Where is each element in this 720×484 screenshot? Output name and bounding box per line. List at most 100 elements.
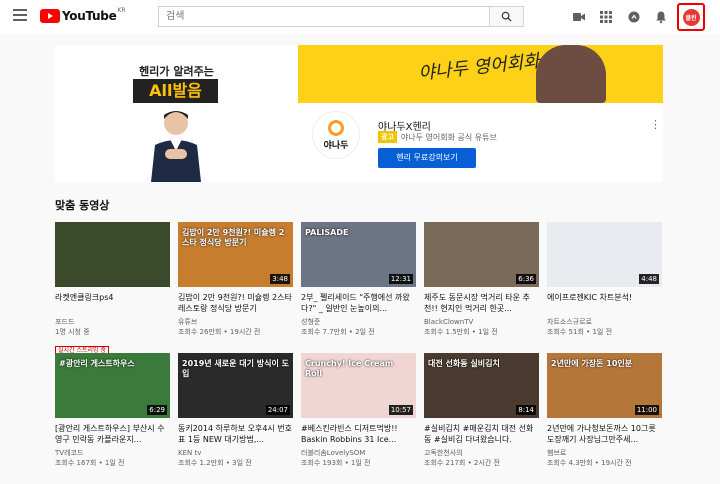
video-thumbnail[interactable]: Crunchy! Ice Cream Roll 10:57 bbox=[301, 353, 416, 418]
messages-icon[interactable] bbox=[627, 10, 641, 24]
channel-art-person bbox=[536, 45, 606, 103]
video-channel[interactable]: 고독한천사의 bbox=[424, 448, 539, 458]
search-bar bbox=[158, 6, 524, 27]
video-card[interactable]: 라켓엔클링크ps4 포드드 1명 시청 중 실시간 스트리밍 중 bbox=[55, 222, 170, 356]
video-card[interactable]: PALISADE 12:31 2부_ 펠리세이드 "주행에선 까왔다?" _ 일… bbox=[301, 222, 416, 353]
video-card[interactable]: 대전 선화동 실비김치 8:14 #실비김치 #매운김치 대전 선화동 #실비김… bbox=[424, 353, 539, 484]
video-card[interactable]: 2019년 새로운 대기 방식이 도입 24:07 동키2014 하루하보 오후… bbox=[178, 353, 293, 484]
account-avatar[interactable]: 클린 bbox=[677, 3, 705, 31]
video-title[interactable]: 동키2014 하루하보 오후4시 번호표 1등 NEW 대기방법,... bbox=[178, 423, 293, 445]
video-meta: 조회수 193회 • 1일 전 bbox=[301, 459, 371, 467]
video-thumbnail[interactable]: PALISADE 12:31 bbox=[301, 222, 416, 287]
video-title[interactable]: #베스킨라빈스 디저트먹방!! Baskin Robbins 31 Ice... bbox=[301, 423, 416, 445]
video-title[interactable]: 2부_ 펠리세이드 "주행에선 까왔다?" _ 일반인 눈높이의... bbox=[301, 292, 416, 314]
video-duration: 24:07 bbox=[265, 405, 290, 415]
video-channel[interactable]: TV레코드 bbox=[55, 448, 170, 458]
video-title[interactable]: [광안리 게스트하우스] 부산시 수영구 민락동 카플라운지... bbox=[55, 423, 170, 445]
channel-banner-ad: 헨리가 알려주는 All발음 야나두 영어회화 야나두 야나두X헨리 광고 야나… bbox=[55, 45, 663, 182]
apps-grid-icon[interactable] bbox=[599, 10, 613, 24]
video-meta: 조회수 167회 • 1일 전 bbox=[55, 459, 125, 467]
channel-art-script: 야나두 영어회화 bbox=[417, 50, 541, 85]
video-card[interactable]: 4:48 에이프로젠KIC 차트분석! 차트소스규르로 조회수 51회 • 1일… bbox=[547, 222, 662, 353]
video-card[interactable]: Crunchy! Ice Cream Roll 10:57 #베스킨라빈스 디저… bbox=[301, 353, 416, 484]
avatar-image: 클린 bbox=[682, 8, 700, 26]
presenter-illustration bbox=[151, 111, 201, 182]
video-meta: 조회수 26만회 • 19시간 전 bbox=[178, 328, 261, 336]
thumbnail-text: 대전 선화동 실비김치 bbox=[428, 359, 500, 368]
play-logo-icon bbox=[40, 9, 60, 23]
video-channel[interactable]: BlackClownTV bbox=[424, 317, 539, 327]
video-meta: 조회수 217회 • 2시간 전 bbox=[424, 459, 500, 467]
video-thumbnail[interactable]: 김밥이 2만 9천원?! 미슐렝 2스타 정식당 방문기 3:48 bbox=[178, 222, 293, 287]
search-button[interactable] bbox=[489, 6, 524, 27]
channel-meta: 광고 야나두 영어회화 공식 유튜브 bbox=[378, 131, 497, 143]
more-options-icon[interactable]: ⋮ bbox=[650, 118, 661, 131]
video-duration: 6:29 bbox=[147, 405, 167, 415]
video-duration: 8:14 bbox=[516, 405, 536, 415]
video-channel[interactable]: 포드드 bbox=[55, 317, 170, 327]
video-title[interactable]: 김밥이 2만 9천원?! 미슐렝 2스타 레스토랑 정식당 방문기 bbox=[178, 292, 293, 314]
video-thumbnail[interactable]: 2년만에 가장돈 10인분 11:00 bbox=[547, 353, 662, 418]
thumbnail-text: Crunchy! Ice Cream Roll bbox=[305, 359, 394, 378]
video-title[interactable]: 2년만에 가나청보돈까스 10그릇 도장깨기 사장님그만주세... bbox=[547, 423, 662, 445]
video-channel[interactable]: KEN tv bbox=[178, 448, 293, 458]
video-thumbnail[interactable]: 4:48 bbox=[547, 222, 662, 287]
video-channel[interactable]: 차트소스규르로 bbox=[547, 317, 662, 327]
video-camera-icon[interactable] bbox=[572, 10, 586, 24]
channel-logo-text: 야나두 bbox=[323, 140, 349, 151]
video-thumbnail[interactable]: 6:36 bbox=[424, 222, 539, 287]
video-meta: 조회수 7.7만회 • 2일 전 bbox=[301, 328, 375, 336]
logo-text: YouTube bbox=[62, 9, 117, 23]
video-channel[interactable]: 햄브로 bbox=[547, 448, 662, 458]
video-duration: 3:48 bbox=[270, 274, 290, 284]
channel-logo-icon bbox=[328, 119, 344, 136]
channel-logo[interactable]: 야나두 bbox=[312, 111, 360, 159]
thumbnail-text: #광안리 게스트하우스 bbox=[59, 359, 135, 368]
video-meta: 조회수 1.5만회 • 1일 전 bbox=[424, 328, 498, 336]
youtube-logo[interactable]: YouTube KR bbox=[40, 7, 126, 23]
video-grid: 라켓엔클링크ps4 포드드 1명 시청 중 실시간 스트리밍 중 김밥이 2만 … bbox=[55, 222, 665, 484]
video-card[interactable]: 6:36 제주도 동문시장 먹거리 타운 추천!! 현지인 먹거리 한곳... … bbox=[424, 222, 539, 353]
video-card[interactable]: 2년만에 가장돈 10인분 11:00 2년만에 가나청보돈까스 10그릇 도장… bbox=[547, 353, 662, 484]
ad-tagline: 헨리가 알려주는 bbox=[139, 65, 214, 78]
thumbnail-text: PALISADE bbox=[305, 228, 349, 237]
search-input[interactable] bbox=[158, 6, 489, 27]
thumbnail-text: 김밥이 2만 9천원?! 미슐렝 2스타 정식당 방문기 bbox=[182, 228, 285, 247]
video-channel[interactable]: 성형준 bbox=[301, 317, 416, 327]
channel-description: 야나두 영어회화 공식 유튜브 bbox=[400, 132, 497, 142]
video-duration: 12:31 bbox=[388, 274, 413, 284]
video-thumbnail[interactable]: 대전 선화동 실비김치 8:14 bbox=[424, 353, 539, 418]
video-title[interactable]: 라켓엔클링크ps4 bbox=[55, 292, 170, 314]
video-meta: 조회수 51회 • 1일 전 bbox=[547, 328, 613, 336]
video-card[interactable]: #광안리 게스트하우스 6:29 [광안리 게스트하우스] 부산시 수영구 민락… bbox=[55, 353, 170, 484]
section-title: 맞춤 동영상 bbox=[55, 199, 110, 212]
notifications-bell-icon[interactable] bbox=[654, 10, 668, 24]
video-thumbnail[interactable]: 2019년 새로운 대기 방식이 도입 24:07 bbox=[178, 353, 293, 418]
video-channel[interactable]: 유튜브 bbox=[178, 317, 293, 327]
video-title[interactable]: 제주도 동문시장 먹거리 타운 추천!! 현지인 먹거리 한곳... bbox=[424, 292, 539, 314]
video-meta: 조회수 1.2만회 • 3일 전 bbox=[178, 459, 252, 467]
video-thumbnail[interactable] bbox=[55, 222, 170, 287]
channel-art: 야나두 영어회화 bbox=[298, 45, 663, 103]
video-duration: 10:57 bbox=[388, 405, 413, 415]
ad-badge: 광고 bbox=[378, 131, 397, 143]
video-thumbnail[interactable]: #광안리 게스트하우스 6:29 bbox=[55, 353, 170, 418]
thumbnail-text: 2년만에 가장돈 10인분 bbox=[551, 359, 633, 368]
menu-icon[interactable] bbox=[13, 9, 27, 23]
ad-image-panel[interactable]: 헨리가 알려주는 All발음 bbox=[55, 45, 298, 182]
video-duration: 11:00 bbox=[634, 405, 659, 415]
cta-button[interactable]: 헨리 무료강의보기 bbox=[378, 148, 476, 168]
video-title[interactable]: 에이프로젠KIC 차트분석! bbox=[547, 292, 662, 314]
logo-region: KR bbox=[117, 7, 126, 14]
video-duration: 6:36 bbox=[516, 274, 536, 284]
video-meta: 조회수 4.3만회 • 19시간 전 bbox=[547, 459, 632, 467]
search-icon bbox=[501, 11, 512, 22]
top-bar: YouTube KR 클린 bbox=[0, 0, 720, 34]
video-duration: 4:48 bbox=[639, 274, 659, 284]
video-meta: 1명 시청 중 bbox=[55, 328, 90, 336]
video-card[interactable]: 김밥이 2만 9천원?! 미슐렝 2스타 정식당 방문기 3:48 김밥이 2만… bbox=[178, 222, 293, 353]
ad-headline: All발음 bbox=[133, 79, 218, 103]
channel-panel: 야나두 영어회화 야나두 야나두X헨리 광고 야나두 영어회화 공식 유튜브 헨… bbox=[298, 45, 663, 182]
video-title[interactable]: #실비김치 #매운김치 대전 선화동 #실비김 다녀왔습니다. bbox=[424, 423, 539, 445]
video-channel[interactable]: 러블리솜LovelySOM bbox=[301, 448, 416, 458]
